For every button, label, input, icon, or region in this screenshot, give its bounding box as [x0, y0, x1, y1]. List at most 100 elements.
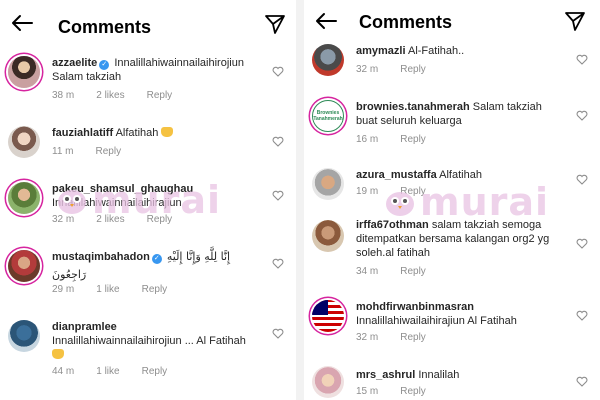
praying-hands-emoji	[52, 349, 64, 359]
comment-likes[interactable]: 2 likes	[96, 90, 124, 101]
comment-text: mohdfirwanbinmasran Innalillahiwailaihir…	[356, 300, 572, 328]
comment-text: mrs_ashrul Innalilah	[356, 368, 572, 382]
arrow-left-icon[interactable]	[314, 12, 338, 30]
page-title: Comments	[58, 17, 152, 37]
comment-time: 11 m	[52, 146, 74, 157]
comment-username[interactable]: fauziahlatiff	[52, 127, 113, 139]
comment-time: 16 m	[356, 134, 379, 145]
comment-username[interactable]: dianpramlee	[52, 321, 117, 333]
comment-time: 15 m	[356, 386, 379, 397]
comment-body: Innalillahiwainnailaihirojiun ... Al Fat…	[52, 335, 246, 347]
heart-outline-icon[interactable]	[576, 376, 588, 387]
comment-text: brownies.tanahmerah Salam takziah buat s…	[356, 100, 572, 128]
comment-body: Innalillahiwainnailaihirajiun	[52, 197, 182, 209]
comment-time: 19 m	[356, 186, 379, 197]
reply-button[interactable]: Reply	[400, 64, 426, 75]
comment-username[interactable]: azura_mustaffa	[356, 169, 437, 181]
heart-outline-icon[interactable]	[576, 174, 588, 185]
heart-outline-icon[interactable]	[272, 328, 284, 339]
comment-time: 32 m	[356, 64, 379, 75]
comment-meta: 11 m Reply	[52, 146, 143, 157]
comment-username[interactable]: mrs_ashrul	[356, 369, 415, 381]
panel-divider	[296, 0, 304, 400]
comment-time: 32 m	[52, 214, 75, 225]
verified-badge-icon: ✓	[99, 60, 110, 70]
comment-body: إِنَّا لِلَّهِ وَإِنَّا إِلَيْهِ	[166, 250, 231, 263]
reply-button[interactable]: Reply	[142, 366, 168, 377]
comment-username[interactable]: mohdfirwanbinmasran	[356, 301, 474, 313]
comment-time: 44 m	[52, 366, 75, 377]
comment-body: Alfatihah	[439, 169, 482, 181]
comment-username[interactable]: amymazli	[356, 45, 406, 57]
heart-outline-icon[interactable]	[576, 310, 588, 321]
comment-body-line3: soleh.al fatihah	[356, 247, 430, 259]
arrow-left-icon[interactable]	[10, 14, 34, 32]
comment-text: fauziahlatiff Alfatihah	[52, 126, 268, 140]
comment-username[interactable]: pakeu_shamsul_ghaughau	[52, 183, 193, 195]
comment-time: 32 m	[356, 332, 379, 343]
comment-username[interactable]: brownies.tanahmerah	[356, 101, 470, 113]
avatar[interactable]	[8, 126, 40, 158]
comment-time: 38 m	[52, 90, 75, 101]
heart-outline-icon[interactable]	[576, 110, 588, 121]
avatar[interactable]: Brownies Tanahmerah	[312, 100, 344, 132]
comment-meta: 29 m 1 like Reply	[52, 284, 189, 295]
comment-username[interactable]: mustaqimbahadon	[52, 251, 150, 263]
comment-text: mustaqimbahadon ✓ إِنَّا لِلَّهِ وَإِنَّا…	[52, 248, 268, 284]
verified-badge-icon: ✓	[151, 254, 162, 264]
reply-button[interactable]: Reply	[400, 186, 426, 197]
avatar[interactable]	[312, 44, 344, 76]
avatar[interactable]	[8, 320, 40, 352]
avatar-logo-text: Brownies Tanahmerah	[313, 110, 343, 122]
reply-button[interactable]: Reply	[400, 134, 426, 145]
comments-panel-left: Comments azzaelite ✓ Innalillahiwainnaila…	[0, 0, 296, 400]
reply-button[interactable]: Reply	[96, 146, 122, 157]
avatar[interactable]	[8, 182, 40, 214]
comment-meta: 44 m 1 like Reply	[52, 366, 189, 377]
avatar[interactable]	[8, 56, 40, 88]
avatar[interactable]	[312, 300, 344, 332]
comment-meta: 16 m Reply	[356, 134, 448, 145]
reply-button[interactable]: Reply	[400, 266, 426, 277]
heart-outline-icon[interactable]	[272, 190, 284, 201]
avatar[interactable]	[312, 220, 344, 252]
comment-body: Innalilah	[418, 369, 460, 381]
comment-meta: 32 m 2 likes Reply	[52, 214, 194, 225]
praying-hands-emoji	[161, 127, 174, 137]
page-title: Comments	[359, 12, 453, 32]
comment-likes[interactable]: 1 like	[96, 366, 119, 377]
comment-likes[interactable]: 2 likes	[96, 214, 124, 225]
heart-outline-icon[interactable]	[272, 136, 284, 147]
paper-plane-icon[interactable]	[264, 13, 286, 35]
comment-text: irffa67othman salam takziah semoga ditem…	[356, 218, 572, 260]
comment-meta: 19 m Reply	[356, 186, 448, 197]
heart-outline-icon[interactable]	[272, 66, 284, 77]
comment-body: Innalillahiwainnailaihirojiun	[114, 57, 244, 69]
reply-button[interactable]: Reply	[400, 332, 426, 343]
comments-header: Comments	[304, 0, 600, 40]
comment-time: 29 m	[52, 284, 75, 295]
avatar[interactable]	[8, 250, 40, 282]
comment-meta: 32 m Reply	[356, 64, 448, 75]
paper-plane-icon[interactable]	[564, 10, 586, 32]
heart-outline-icon[interactable]	[576, 54, 588, 65]
comment-username[interactable]: irffa67othman	[356, 219, 429, 231]
comment-username[interactable]: azzaelite	[52, 57, 97, 69]
comments-panel-right: Comments amymazli Al-Fatihah.. 32 m Reply…	[304, 0, 600, 400]
comment-body-line2: رَاجِعُونَ	[52, 268, 87, 281]
comment-meta: 34 m Reply	[356, 266, 448, 277]
avatar[interactable]	[312, 168, 344, 200]
heart-outline-icon[interactable]	[576, 238, 588, 249]
comment-meta: 32 m Reply	[356, 332, 448, 343]
reply-button[interactable]: Reply	[142, 284, 168, 295]
reply-button[interactable]: Reply	[147, 214, 173, 225]
avatar[interactable]	[312, 366, 344, 398]
reply-button[interactable]: Reply	[400, 386, 426, 397]
heart-outline-icon[interactable]	[272, 258, 284, 269]
comment-body-line2: ditempatkan bersama kalangan org2 yg	[356, 233, 550, 245]
comment-likes[interactable]: 1 like	[96, 284, 119, 295]
comment-time: 34 m	[356, 266, 379, 277]
comment-body: Salam takziah	[472, 101, 542, 113]
reply-button[interactable]: Reply	[147, 90, 173, 101]
comment-body-line2: buat seluruh keluarga	[356, 115, 462, 127]
